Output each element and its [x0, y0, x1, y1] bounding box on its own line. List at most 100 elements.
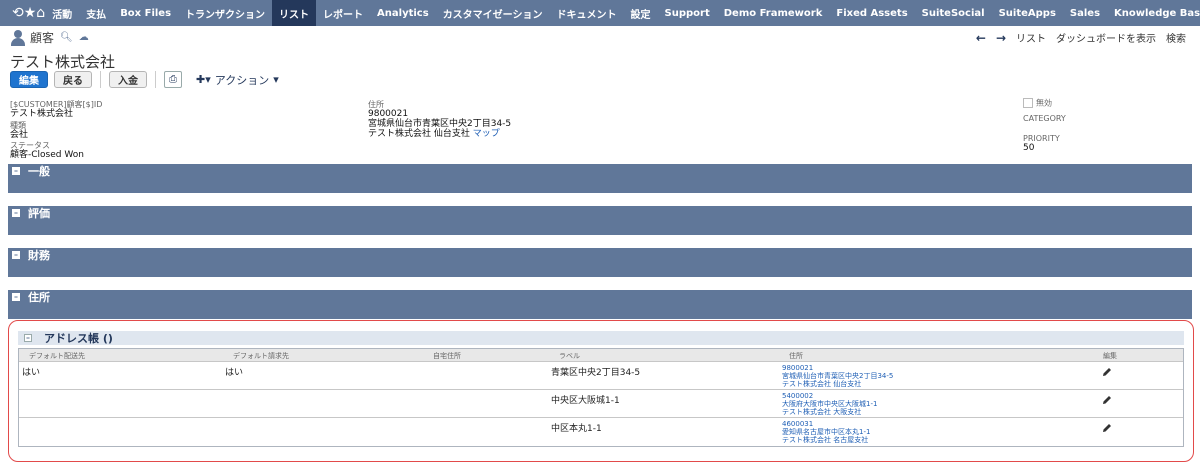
nav-item-customization[interactable]: カスタマイゼーション — [436, 0, 550, 26]
toolbar-divider — [155, 71, 156, 88]
nav-item-demo-framework[interactable]: Demo Framework — [717, 0, 830, 26]
address-book-title: アドレス帳 () — [44, 332, 113, 345]
nav-item-documents[interactable]: ドキュメント — [550, 0, 624, 26]
search-link[interactable]: 検索 — [1166, 30, 1186, 45]
address-cell[interactable]: 9800021 宮城県仙台市青葉区中央2丁目34-5 テスト株式会社 仙台支社 — [782, 364, 893, 388]
nav-item-box-files[interactable]: Box Files — [113, 0, 178, 26]
action-menu[interactable]: ✚▾ アクション ▾ — [196, 72, 279, 88]
address-zip: 9800021 — [782, 364, 814, 372]
edit-pencil-icon[interactable] — [1102, 423, 1112, 433]
priority-label: PRIORITY — [1023, 134, 1060, 143]
default-shipping-cell: はい — [22, 368, 41, 378]
nav-item-analytics[interactable]: Analytics — [370, 0, 436, 26]
next-arrow-icon[interactable]: → — [996, 31, 1006, 45]
nav-item-support[interactable]: Support — [658, 0, 717, 26]
customer-id-label: [$CUSTOMER]顧客[$]ID — [10, 100, 103, 109]
previous-arrow-icon[interactable]: ← — [976, 31, 986, 45]
section-general-header[interactable]: – 一般 — [8, 164, 1192, 178]
section-finance-header[interactable]: – 財務 — [8, 248, 1192, 262]
address-book-header[interactable]: – アドレス帳 () — [18, 331, 1184, 345]
type-label: 種類 — [10, 121, 26, 130]
address-book-column-headers: デフォルト配送先 デフォルト請求先 自宅住所 ラベル 住所 編集 — [19, 349, 1183, 362]
address-company: テスト株式会社 名古屋支社 — [782, 436, 869, 444]
status-value: 顧客-Closed Won — [10, 150, 84, 160]
map-link[interactable]: マップ — [473, 129, 500, 139]
back-button[interactable]: 戻る — [54, 71, 92, 88]
cloud-icon[interactable]: ☁ — [79, 32, 89, 43]
address-line-2: 宮城県仙台市青葉区中央2丁目34-5 — [368, 119, 512, 129]
dashboard-link[interactable]: ダッシュボードを表示 — [1056, 30, 1156, 45]
edit-pencil-icon[interactable] — [1102, 367, 1112, 377]
payment-button[interactable]: 入金 — [109, 71, 147, 88]
chevron-down-icon: ▾ — [273, 73, 279, 86]
nav-item-payments[interactable]: 支払 — [79, 0, 113, 26]
home-icon[interactable]: ⌂ — [36, 0, 45, 26]
category-label: CATEGORY — [1023, 114, 1066, 123]
column-default-shipping: デフォルト配送先 — [29, 352, 85, 360]
record-type-header: 顧客 🔍︎ ☁ — [10, 29, 89, 46]
nav-item-fixed-assets[interactable]: Fixed Assets — [829, 0, 914, 26]
nav-item-sales[interactable]: Sales — [1063, 0, 1107, 26]
print-icon[interactable]: ⎙ — [164, 71, 182, 88]
address-street: 大阪府大阪市中央区大阪城1-1 — [782, 400, 878, 408]
nav-item-lists[interactable]: リスト — [272, 0, 317, 26]
action-menu-label: アクション — [214, 73, 270, 87]
address-field: 住所 9800021 宮城県仙台市青葉区中央2丁目34-5 テスト株式会社 仙台… — [368, 100, 511, 139]
collapse-icon: – — [12, 207, 20, 217]
inactive-checkbox[interactable] — [1023, 98, 1033, 108]
section-evaluation-header[interactable]: – 評価 — [8, 206, 1192, 220]
section-address-header[interactable]: – 住所 — [8, 290, 1192, 304]
label-cell: 中央区大阪城1-1 — [551, 396, 620, 406]
search-icon[interactable]: 🔍︎ — [60, 32, 73, 43]
type-value: 会社 — [10, 130, 29, 140]
recent-records-icon[interactable]: ⟲ — [12, 0, 24, 26]
table-row: はい はい 青葉区中央2丁目34-5 9800021 宮城県仙台市青葉区中央2丁… — [19, 362, 1183, 390]
inactive-label: 無効 — [1036, 98, 1052, 108]
new-record-icon: ✚▾ — [196, 73, 211, 86]
nav-item-reports[interactable]: レポート — [316, 0, 370, 26]
customer-person-icon — [10, 29, 26, 46]
favorites-star-icon[interactable]: ★ — [24, 0, 37, 26]
section-address-title: 住所 — [28, 290, 50, 304]
nav-item-activities[interactable]: 活動 — [45, 0, 79, 26]
status-label: ステータス — [10, 141, 50, 150]
edit-button[interactable]: 編集 — [10, 71, 48, 88]
nav-item-suiteapps[interactable]: SuiteApps — [992, 0, 1063, 26]
section-address: – 住所 — [8, 290, 1192, 319]
customer-id-value: テスト株式会社 — [10, 109, 74, 119]
column-label: ラベル — [559, 352, 580, 360]
type-field: 種類 会社 — [10, 121, 28, 140]
address-cell[interactable]: 5400002 大阪府大阪市中央区大阪城1-1 テスト株式会社 大阪支社 — [782, 392, 877, 416]
priority-field: PRIORITY 50 — [1023, 134, 1060, 153]
list-link[interactable]: リスト — [1016, 30, 1046, 45]
address-line-1: 9800021 — [368, 109, 409, 119]
nav-item-knowledge-base[interactable]: Knowledge Base — [1107, 0, 1200, 26]
collapse-icon: – — [12, 249, 20, 259]
address-label: 住所 — [368, 100, 384, 109]
column-home-address: 自宅住所 — [433, 352, 461, 360]
address-line-3: テスト株式会社 仙台支社 — [368, 129, 470, 139]
edit-pencil-icon[interactable] — [1102, 395, 1112, 405]
column-address: 住所 — [789, 352, 803, 360]
page-title: テスト株式会社 — [10, 53, 116, 71]
collapse-icon: – — [12, 291, 20, 301]
nav-item-suitesocial[interactable]: SuiteSocial — [915, 0, 992, 26]
address-zip: 5400002 — [782, 392, 814, 400]
section-finance-title: 財務 — [28, 248, 50, 262]
record-toolbar: 編集 戻る 入金 ⎙ ✚▾ アクション ▾ — [10, 71, 279, 88]
collapse-icon: – — [12, 165, 20, 175]
section-evaluation: – 評価 — [8, 206, 1192, 235]
nav-item-transactions[interactable]: トランザクション — [178, 0, 272, 26]
address-cell[interactable]: 4600031 愛知県名古屋市中区本丸1-1 テスト株式会社 名古屋支社 — [782, 420, 870, 444]
nav-item-setup[interactable]: 設定 — [624, 0, 658, 26]
address-company: テスト株式会社 仙台支社 — [782, 380, 862, 388]
record-navigation: ← → リスト ダッシュボードを表示 検索 — [976, 30, 1186, 46]
section-evaluation-title: 評価 — [28, 206, 50, 220]
top-navigation: ⟲ ★ ⌂ 活動 支払 Box Files トランザクション リスト レポート … — [0, 0, 1200, 26]
record-type-label: 顧客 — [30, 31, 55, 45]
status-field: ステータス 顧客-Closed Won — [10, 141, 84, 160]
address-zip: 4600031 — [782, 420, 814, 428]
address-street: 宮城県仙台市青葉区中央2丁目34-5 — [782, 372, 894, 380]
category-field: CATEGORY — [1023, 114, 1066, 123]
toolbar-divider — [100, 71, 101, 88]
